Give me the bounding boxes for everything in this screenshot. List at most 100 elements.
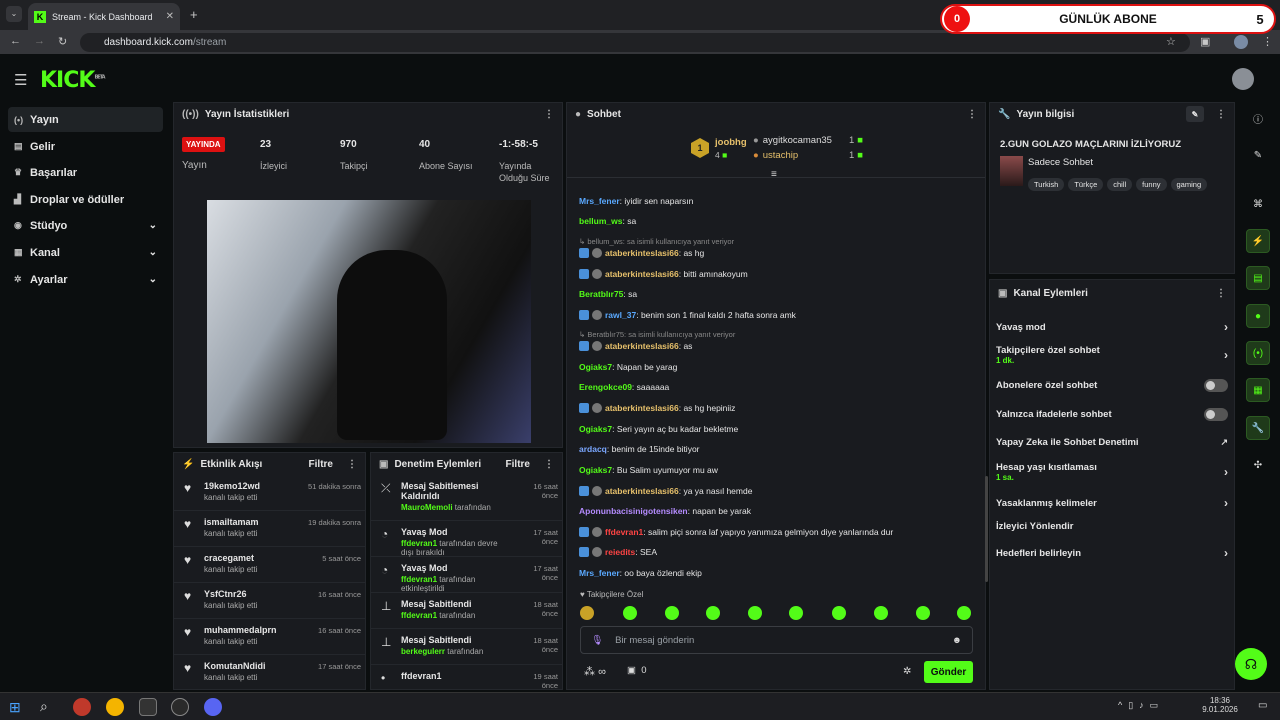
taskbar-app-icon[interactable] xyxy=(139,698,157,716)
chat-username[interactable]: ataberkinteslasi66 xyxy=(605,486,679,496)
chat-message[interactable]: ataberkinteslasi66: ya ya nasıl hemde xyxy=(579,485,752,498)
list-item[interactable]: • ffdevran1 19 saat önce xyxy=(371,665,562,689)
discord-icon[interactable] xyxy=(204,698,222,716)
channel-action-item[interactable]: Yalnızca ifadelerle sohbet xyxy=(996,408,1228,421)
obs-icon[interactable] xyxy=(171,698,189,716)
emoji-picker-icon[interactable]: ☻ xyxy=(952,635,962,646)
chat-message[interactable]: Ogiaks7: Bu Salim uyumuyor mu aw xyxy=(579,464,718,477)
user-avatar[interactable] xyxy=(1232,68,1254,90)
chat-username[interactable]: ataberkinteslasi66 xyxy=(605,403,679,413)
layout-tool-icon[interactable]: ▦ xyxy=(1246,378,1270,402)
emote-icon[interactable] xyxy=(623,606,637,620)
info-icon[interactable]: ⓘ xyxy=(1246,106,1270,130)
emote-icon[interactable] xyxy=(706,606,720,620)
chat-message[interactable]: Erengokce09: saaaaaa xyxy=(579,381,669,394)
chat-username[interactable]: ataberkinteslasi66 xyxy=(605,269,679,279)
chat-username[interactable]: Ogiaks7 xyxy=(579,465,612,475)
emote-icon[interactable] xyxy=(957,606,971,620)
add-widget-icon[interactable]: ✣ xyxy=(1246,453,1270,477)
chat-message[interactable]: ardacq: benim de 15inde bitiyor xyxy=(579,443,700,456)
tag-gaming[interactable]: gaming xyxy=(1170,178,1208,191)
chat-message[interactable]: ataberkinteslasi66: as hg xyxy=(579,247,704,260)
chat-username[interactable]: Beratblır75 xyxy=(579,289,623,299)
chat-gifts[interactable]: ▣ 0 xyxy=(627,665,647,676)
hamburger-menu-icon[interactable]: ☰ xyxy=(14,71,27,89)
channel-action-item[interactable]: Takipçilere özel sohbet 1 dk. › xyxy=(996,345,1228,365)
chat-username[interactable]: Erengokce09 xyxy=(579,382,632,392)
browser-tab[interactable]: K Stream - Kick Dashboard ✕ xyxy=(28,3,180,30)
chat-username[interactable]: ffdevran1 xyxy=(605,527,643,537)
pencil-icon[interactable]: ✎ xyxy=(1246,143,1270,167)
taskbar-search-icon[interactable]: ⌕ xyxy=(40,698,48,715)
top-gifter-2[interactable]: ● aygitkocaman35 1 ■ xyxy=(753,135,863,146)
sidebar-item-studio[interactable]: ◉ Stüdyo ⌄ xyxy=(8,213,163,238)
chat-message[interactable]: rawl_37: benim son 1 final kaldı 2 hafta… xyxy=(579,309,796,322)
chat-username[interactable]: ardacq xyxy=(579,444,607,454)
chat-username[interactable]: rawl_37 xyxy=(605,310,636,320)
top-gifter-3[interactable]: ● ustachip 1 ■ xyxy=(753,150,863,161)
tab-search-icon[interactable]: ⌄ xyxy=(6,6,22,22)
chat-username[interactable]: Mrs_fener xyxy=(579,196,620,206)
emote-icon[interactable] xyxy=(580,606,594,620)
list-item[interactable]: ♥ cracegamet kanalı takip etti 5 saat önce xyxy=(174,547,365,583)
list-item[interactable]: ⊥ Mesaj Sabitlendi berkegulerr tarafından 1… xyxy=(371,629,562,665)
activity-filter-button[interactable]: Filtre xyxy=(309,459,333,470)
tag-chill[interactable]: chill xyxy=(1107,178,1133,191)
list-item[interactable]: ♥ 19kemo12wd kanalı takip etti 51 dakika so… xyxy=(174,475,365,511)
toggle-switch[interactable] xyxy=(1204,408,1228,421)
chat-message[interactable]: Mrs_fener: iyidir sen naparsın xyxy=(579,195,693,208)
back-icon[interactable]: ← xyxy=(10,35,21,47)
panel-menu-icon[interactable]: ⋮ xyxy=(1216,109,1226,120)
list-item[interactable]: ⤫ Mesaj Sabitlemesi Kaldırıldı MauroMemoli… xyxy=(371,475,562,521)
chat-message[interactable]: bellum_ws: sa xyxy=(579,215,636,228)
toggle-switch[interactable] xyxy=(1204,379,1228,392)
clip-icon[interactable]: ⌘ xyxy=(1246,192,1270,216)
top-gifter-name[interactable]: joobhg xyxy=(715,137,747,148)
system-tray-icons[interactable]: ^▯♪▭ xyxy=(1118,700,1164,711)
chat-input[interactable]: 🎙 Bir mesaj gönderin ☻ xyxy=(580,626,973,654)
chat-tool-icon[interactable]: ● xyxy=(1246,304,1270,328)
document-icon[interactable]: ▤ xyxy=(1246,266,1270,290)
chat-message[interactable]: reiedits: SEA xyxy=(579,546,657,559)
chat-username[interactable]: ataberkinteslasi66 xyxy=(605,341,679,351)
emote-icon[interactable] xyxy=(832,606,846,620)
sidebar-item-achievements[interactable]: ♛ Başarılar xyxy=(8,160,163,185)
category-thumbnail[interactable] xyxy=(1000,156,1023,186)
channel-action-item[interactable]: Yavaş mod › xyxy=(996,320,1228,334)
emote-icon[interactable] xyxy=(874,606,888,620)
list-item[interactable]: ◔ Yavaş Mod ffdevran1 tarafından devre dış… xyxy=(371,521,562,557)
stream-preview-video[interactable] xyxy=(207,200,531,443)
sidebar-item-channel[interactable]: ▦ Kanal ⌄ xyxy=(8,240,163,265)
channel-action-item[interactable]: İzleyici Yönlendir xyxy=(996,521,1228,532)
list-item[interactable]: ♥ YsfCtnr26 kanalı takip etti 16 saat önce xyxy=(174,583,365,619)
chat-username[interactable]: Aponunbacisinigotensiken xyxy=(579,506,688,516)
extensions-icon[interactable]: ▣ xyxy=(1200,35,1210,48)
emote-icon[interactable] xyxy=(748,606,762,620)
tag-funny[interactable]: funny xyxy=(1136,178,1167,191)
microphone-icon[interactable]: 🎙 xyxy=(591,635,603,646)
wrench-tool-icon[interactable]: 🔧 xyxy=(1246,416,1270,440)
chat-message[interactable]: ataberkinteslasi66: as xyxy=(579,340,692,353)
panel-menu-icon[interactable]: ⋮ xyxy=(544,109,554,120)
emote-icon[interactable] xyxy=(665,606,679,620)
panel-menu-icon[interactable]: ⋮ xyxy=(544,459,554,470)
send-button[interactable]: Gönder xyxy=(924,661,973,683)
moderation-filter-button[interactable]: Filtre xyxy=(506,459,530,470)
taskbar-app-icon[interactable] xyxy=(73,698,91,716)
edit-pencil-icon[interactable]: ✎ xyxy=(1186,106,1204,122)
chat-message[interactable]: Mrs_fener: oo baya özlendi ekip xyxy=(579,567,702,580)
list-item[interactable]: ♥ muhammedalprn kanalı takip etti 16 saat ö… xyxy=(174,619,365,655)
taskbar-clock[interactable]: 18:36 9.01.2026 xyxy=(1200,696,1240,714)
chat-scrollbar[interactable] xyxy=(985,476,988,582)
chat-username[interactable]: bellum_ws xyxy=(579,216,622,226)
panel-menu-icon[interactable]: ⋮ xyxy=(967,109,977,120)
browser-menu-icon[interactable]: ⋮ xyxy=(1262,35,1273,48)
sidebar-item-revenue[interactable]: ▤ Gelir xyxy=(8,134,163,159)
chat-message[interactable]: Ogiaks7: Seri yayın aç bu kadar bekletme xyxy=(579,423,738,436)
chat-message[interactable]: Ogiaks7: Napan be yarag xyxy=(579,361,677,374)
new-tab-icon[interactable]: + xyxy=(190,7,198,22)
list-item[interactable]: ◔ Yavaş Mod ffdevran1 tarafından etkinleşt… xyxy=(371,557,562,593)
chrome-icon[interactable] xyxy=(106,698,124,716)
tag-turkce[interactable]: Türkçe xyxy=(1068,178,1104,191)
chat-username[interactable]: Mrs_fener xyxy=(579,568,620,578)
